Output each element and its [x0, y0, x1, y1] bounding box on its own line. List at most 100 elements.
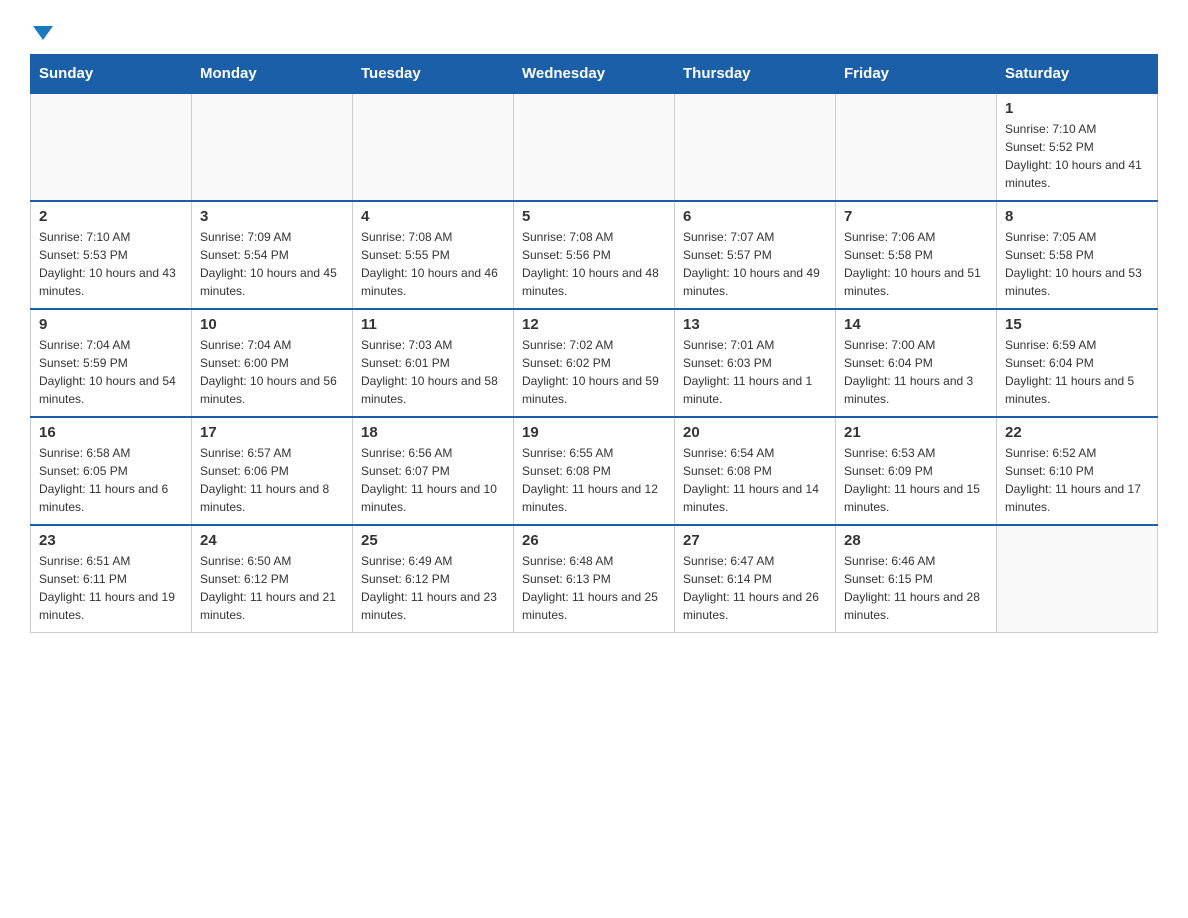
day-number: 12	[522, 316, 666, 333]
calendar-cell	[675, 93, 836, 201]
calendar-cell: 17 Sunrise: 6:57 AMSunset: 6:06 PMDayligh…	[192, 417, 353, 525]
day-number: 5	[522, 208, 666, 225]
col-friday: Friday	[836, 55, 997, 94]
calendar-cell: 24 Sunrise: 6:50 AMSunset: 6:12 PMDayligh…	[192, 525, 353, 633]
days-of-week-row: Sunday Monday Tuesday Wednesday Thursday…	[31, 55, 1158, 94]
day-info: Sunrise: 6:58 AMSunset: 6:05 PMDaylight:…	[39, 444, 183, 516]
day-info: Sunrise: 6:55 AMSunset: 6:08 PMDaylight:…	[522, 444, 666, 516]
col-monday: Monday	[192, 55, 353, 94]
calendar-cell: 25 Sunrise: 6:49 AMSunset: 6:12 PMDayligh…	[353, 525, 514, 633]
day-number: 10	[200, 316, 344, 333]
calendar-cell: 7Sunrise: 7:06 AMSunset: 5:58 PMDaylight…	[836, 201, 997, 309]
calendar-week-row: 2 Sunrise: 7:10 AMSunset: 5:53 PMDaylight…	[31, 201, 1158, 309]
calendar-cell	[353, 93, 514, 201]
calendar-cell: 1 Sunrise: 7:10 AMSunset: 5:52 PMDaylight…	[997, 93, 1158, 201]
day-info: Sunrise: 6:53 AMSunset: 6:09 PMDaylight:…	[844, 444, 988, 516]
day-number: 6	[683, 208, 827, 225]
calendar-cell: 21 Sunrise: 6:53 AMSunset: 6:09 PMDayligh…	[836, 417, 997, 525]
day-number: 15	[1005, 316, 1149, 333]
day-number: 3	[200, 208, 344, 225]
calendar-cell: 18Sunrise: 6:56 AMSunset: 6:07 PMDayligh…	[353, 417, 514, 525]
day-number: 27	[683, 532, 827, 549]
calendar-cell: 19 Sunrise: 6:55 AMSunset: 6:08 PMDayligh…	[514, 417, 675, 525]
day-info: Sunrise: 6:50 AMSunset: 6:12 PMDaylight:…	[200, 552, 344, 624]
calendar-cell: 23 Sunrise: 6:51 AMSunset: 6:11 PMDayligh…	[31, 525, 192, 633]
day-info: Sunrise: 7:04 AMSunset: 5:59 PMDaylight:…	[39, 336, 183, 408]
day-info: Sunrise: 7:02 AMSunset: 6:02 PMDaylight:…	[522, 336, 666, 408]
day-info: Sunrise: 6:57 AMSunset: 6:06 PMDaylight:…	[200, 444, 344, 516]
col-thursday: Thursday	[675, 55, 836, 94]
calendar-cell: 28Sunrise: 6:46 AMSunset: 6:15 PMDayligh…	[836, 525, 997, 633]
calendar-cell: 5 Sunrise: 7:08 AMSunset: 5:56 PMDaylight…	[514, 201, 675, 309]
col-wednesday: Wednesday	[514, 55, 675, 94]
col-sunday: Sunday	[31, 55, 192, 94]
day-info: Sunrise: 7:08 AMSunset: 5:55 PMDaylight:…	[361, 228, 505, 300]
day-number: 11	[361, 316, 505, 333]
calendar-week-row: 1 Sunrise: 7:10 AMSunset: 5:52 PMDaylight…	[31, 93, 1158, 201]
day-number: 20	[683, 424, 827, 441]
day-number: 16	[39, 424, 183, 441]
calendar-cell: 27 Sunrise: 6:47 AMSunset: 6:14 PMDayligh…	[675, 525, 836, 633]
col-tuesday: Tuesday	[353, 55, 514, 94]
calendar-header: Sunday Monday Tuesday Wednesday Thursday…	[31, 55, 1158, 94]
day-number: 17	[200, 424, 344, 441]
calendar-week-row: 23 Sunrise: 6:51 AMSunset: 6:11 PMDayligh…	[31, 525, 1158, 633]
calendar-week-row: 16 Sunrise: 6:58 AMSunset: 6:05 PMDayligh…	[31, 417, 1158, 525]
day-info: Sunrise: 7:09 AMSunset: 5:54 PMDaylight:…	[200, 228, 344, 300]
calendar-cell: 6 Sunrise: 7:07 AMSunset: 5:57 PMDaylight…	[675, 201, 836, 309]
calendar-cell: 3 Sunrise: 7:09 AMSunset: 5:54 PMDaylight…	[192, 201, 353, 309]
day-info: Sunrise: 6:56 AMSunset: 6:07 PMDaylight:…	[361, 444, 505, 516]
day-info: Sunrise: 7:04 AMSunset: 6:00 PMDaylight:…	[200, 336, 344, 408]
day-info: Sunrise: 7:01 AMSunset: 6:03 PMDaylight:…	[683, 336, 827, 408]
calendar-cell	[192, 93, 353, 201]
day-info: Sunrise: 7:03 AMSunset: 6:01 PMDaylight:…	[361, 336, 505, 408]
calendar-cell: 8 Sunrise: 7:05 AMSunset: 5:58 PMDaylight…	[997, 201, 1158, 309]
day-number: 1	[1005, 100, 1149, 117]
logo	[30, 20, 53, 38]
calendar-cell: 26Sunrise: 6:48 AMSunset: 6:13 PMDayligh…	[514, 525, 675, 633]
day-info: Sunrise: 6:52 AMSunset: 6:10 PMDaylight:…	[1005, 444, 1149, 516]
day-number: 14	[844, 316, 988, 333]
calendar-cell: 15 Sunrise: 6:59 AMSunset: 6:04 PMDayligh…	[997, 309, 1158, 417]
calendar-cell: 16 Sunrise: 6:58 AMSunset: 6:05 PMDayligh…	[31, 417, 192, 525]
day-info: Sunrise: 7:00 AMSunset: 6:04 PMDaylight:…	[844, 336, 988, 408]
day-number: 8	[1005, 208, 1149, 225]
calendar-cell: 12 Sunrise: 7:02 AMSunset: 6:02 PMDayligh…	[514, 309, 675, 417]
day-number: 4	[361, 208, 505, 225]
day-info: Sunrise: 7:10 AMSunset: 5:53 PMDaylight:…	[39, 228, 183, 300]
day-number: 22	[1005, 424, 1149, 441]
day-number: 26	[522, 532, 666, 549]
day-number: 25	[361, 532, 505, 549]
day-number: 9	[39, 316, 183, 333]
calendar-cell: 11 Sunrise: 7:03 AMSunset: 6:01 PMDayligh…	[353, 309, 514, 417]
calendar-table: Sunday Monday Tuesday Wednesday Thursday…	[30, 54, 1158, 633]
logo-arrow-icon	[33, 26, 53, 40]
day-number: 19	[522, 424, 666, 441]
day-info: Sunrise: 6:54 AMSunset: 6:08 PMDaylight:…	[683, 444, 827, 516]
calendar-cell: 4 Sunrise: 7:08 AMSunset: 5:55 PMDaylight…	[353, 201, 514, 309]
calendar-cell	[836, 93, 997, 201]
col-saturday: Saturday	[997, 55, 1158, 94]
calendar-cell: 14 Sunrise: 7:00 AMSunset: 6:04 PMDayligh…	[836, 309, 997, 417]
day-info: Sunrise: 7:08 AMSunset: 5:56 PMDaylight:…	[522, 228, 666, 300]
day-info: Sunrise: 7:10 AMSunset: 5:52 PMDaylight:…	[1005, 120, 1149, 192]
calendar-cell: 20 Sunrise: 6:54 AMSunset: 6:08 PMDayligh…	[675, 417, 836, 525]
day-number: 21	[844, 424, 988, 441]
calendar-cell	[31, 93, 192, 201]
day-number: 2	[39, 208, 183, 225]
day-info: Sunrise: 6:51 AMSunset: 6:11 PMDaylight:…	[39, 552, 183, 624]
day-number: 24	[200, 532, 344, 549]
calendar-cell: 22 Sunrise: 6:52 AMSunset: 6:10 PMDayligh…	[997, 417, 1158, 525]
day-info: Sunrise: 7:07 AMSunset: 5:57 PMDaylight:…	[683, 228, 827, 300]
day-info: Sunrise: 6:49 AMSunset: 6:12 PMDaylight:…	[361, 552, 505, 624]
day-number: 23	[39, 532, 183, 549]
calendar-cell	[514, 93, 675, 201]
calendar-cell: 2 Sunrise: 7:10 AMSunset: 5:53 PMDaylight…	[31, 201, 192, 309]
calendar-cell	[997, 525, 1158, 633]
day-info: Sunrise: 6:47 AMSunset: 6:14 PMDaylight:…	[683, 552, 827, 624]
day-info: Sunrise: 6:59 AMSunset: 6:04 PMDaylight:…	[1005, 336, 1149, 408]
calendar-cell: 10 Sunrise: 7:04 AMSunset: 6:00 PMDayligh…	[192, 309, 353, 417]
calendar-week-row: 9 Sunrise: 7:04 AMSunset: 5:59 PMDaylight…	[31, 309, 1158, 417]
day-info: Sunrise: 7:05 AMSunset: 5:58 PMDaylight:…	[1005, 228, 1149, 300]
page-header	[30, 20, 1158, 38]
